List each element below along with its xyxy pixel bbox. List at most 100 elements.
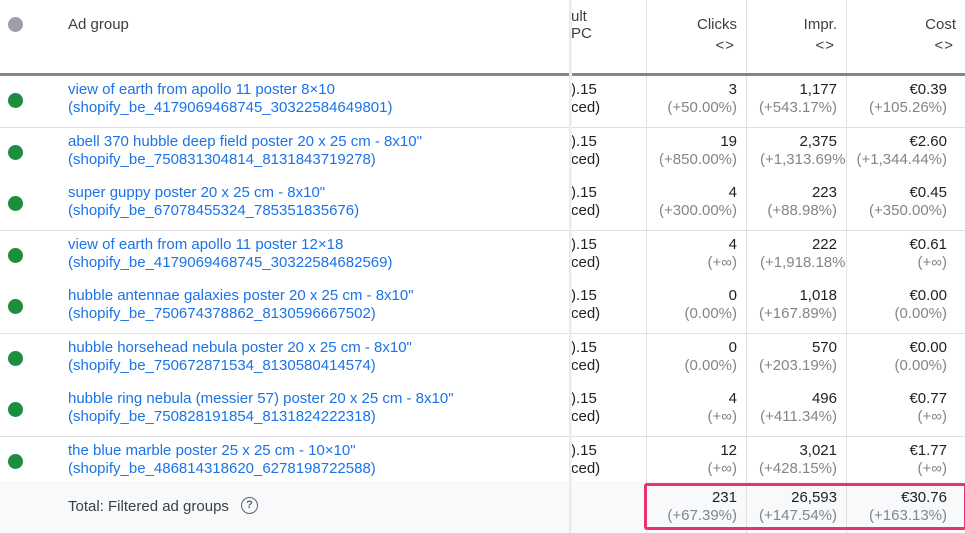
clicks-change: (+∞) (707, 408, 737, 425)
max-cpc-cell[interactable]: ).15 ced) (571, 184, 641, 220)
status-enabled-icon[interactable] (8, 299, 23, 314)
cost-cell: €0.61 (+∞) (846, 230, 965, 282)
status-enabled-icon[interactable] (8, 196, 23, 211)
impressions-value: 3,021 (799, 441, 837, 459)
impressions-value: 1,177 (799, 81, 837, 98)
total-impressions-change: (+147.54%) (759, 507, 837, 524)
bid-strategy-type: ced) (571, 408, 601, 425)
impressions-value: 1,018 (799, 287, 837, 304)
table-header: Ad group ult PC Clicks <> Impr. <> Cost … (0, 0, 965, 76)
max-cpc-cell[interactable]: ).15 ced) (571, 81, 641, 117)
table-row: super guppy poster 20 x 25 cm - 8x10" (s… (0, 179, 965, 231)
clicks-value: 3 (728, 81, 737, 98)
max-cpc-cell[interactable]: ).15 ced) (571, 339, 641, 375)
impressions-change: (+428.15%) (759, 459, 837, 477)
ad-group-link[interactable]: hubble antennae galaxies poster 20 x 25 … (68, 287, 414, 323)
ad-group-link[interactable]: hubble horsehead nebula poster 20 x 25 c… (68, 339, 412, 375)
frozen-column-divider (569, 0, 572, 533)
ad-group-link[interactable]: abell 370 hubble deep field poster 20 x … (68, 133, 422, 169)
clicks-header-label: Clicks (697, 16, 737, 33)
clicks-cell: 3 (+50.00%) (646, 76, 747, 127)
status-enabled-icon[interactable] (8, 247, 23, 263)
ad-group-name[interactable]: view of earth from apollo 11 poster 8×10 (68, 81, 392, 99)
table-row: view of earth from apollo 11 poster 12×1… (0, 230, 965, 283)
impressions-cell: 3,021 (+428.15%) (746, 436, 847, 488)
ad-group-link[interactable]: view of earth from apollo 11 poster 12×1… (68, 236, 392, 272)
ad-group-id[interactable]: (shopify_be_750828191854_8131824222318) (68, 408, 454, 426)
ad-group-id[interactable]: (shopify_be_750674378862_8130596667502) (68, 305, 414, 323)
max-cpc-value: ).15 (571, 287, 597, 304)
clicks-change: (+300.00%) (659, 202, 737, 219)
status-column-header-icon[interactable] (8, 17, 23, 32)
impressions-value: 222 (811, 235, 837, 253)
expand-column-icon[interactable]: <> (715, 37, 735, 54)
cost-value: €0.00 (909, 338, 947, 356)
impressions-value: 223 (811, 184, 837, 201)
ad-group-id[interactable]: (shopify_be_4179069468745_30322584649801… (68, 99, 392, 117)
ad-group-name[interactable]: hubble horsehead nebula poster 20 x 25 c… (68, 339, 412, 357)
ad-group-link[interactable]: view of earth from apollo 11 poster 8×10… (68, 81, 392, 117)
table-row: hubble ring nebula (messier 57) poster 2… (0, 385, 965, 437)
expand-column-icon[interactable]: <> (815, 37, 835, 54)
max-cpc-cell[interactable]: ).15 ced) (571, 236, 641, 272)
max-cpc-cell[interactable]: ).15 ced) (571, 390, 641, 426)
max-cpc-value: ).15 (571, 81, 597, 98)
cost-cell: €0.45 (+350.00%) (846, 179, 965, 230)
cost-column-header[interactable]: Cost <> (846, 0, 965, 73)
cost-cell: €1.77 (+∞) (846, 436, 965, 488)
ad-group-id[interactable]: (shopify_be_486814318620_6278198722588) (68, 460, 376, 478)
clicks-value: 4 (728, 235, 737, 253)
ad-group-id[interactable]: (shopify_be_750831304814_8131843719278) (68, 151, 422, 169)
clicks-cell: 4 (+300.00%) (646, 179, 747, 230)
impressions-change: (+411.34%) (760, 408, 837, 425)
expand-column-icon[interactable]: <> (934, 37, 954, 54)
cost-header-label: Cost (925, 16, 956, 33)
bid-strategy-type: ced) (571, 356, 601, 374)
total-impressions: 26,593 (791, 489, 837, 506)
ad-group-name[interactable]: the blue marble poster 25 x 25 cm - 10×1… (68, 442, 376, 460)
status-enabled-icon[interactable] (8, 350, 23, 366)
clicks-value: 4 (728, 390, 737, 407)
max-cpc-cell[interactable]: ).15 ced) (571, 442, 641, 478)
status-enabled-icon[interactable] (8, 402, 23, 417)
cost-cell: €0.00 (0.00%) (846, 333, 965, 385)
ad-group-name[interactable]: abell 370 hubble deep field poster 20 x … (68, 133, 422, 151)
impressions-cell: 222 (+1,918.18% (746, 230, 847, 282)
max-cpc-cell[interactable]: ).15 ced) (571, 287, 641, 323)
clicks-column-header[interactable]: Clicks <> (646, 0, 747, 73)
ad-group-link[interactable]: super guppy poster 20 x 25 cm - 8x10" (s… (68, 184, 359, 220)
max-cpc-cell[interactable]: ).15 ced) (571, 133, 641, 169)
ad-group-name[interactable]: view of earth from apollo 11 poster 12×1… (68, 236, 392, 254)
impressions-value: 2,375 (799, 132, 837, 150)
bid-strategy-type: ced) (571, 99, 601, 116)
ad-group-name[interactable]: hubble ring nebula (messier 57) poster 2… (68, 390, 454, 408)
status-enabled-icon[interactable] (8, 453, 23, 469)
max-cpc-value: ).15 (571, 132, 597, 150)
impressions-change: (+543.17%) (759, 99, 837, 116)
impressions-cell: 2,375 (+1,313.69% (746, 127, 847, 179)
ad-group-column-header[interactable]: Ad group (68, 16, 129, 33)
ad-group-id[interactable]: (shopify_be_750672871534_8130580414574) (68, 357, 412, 375)
status-enabled-icon[interactable] (8, 93, 23, 108)
ad-groups-table: Ad group ult PC Clicks <> Impr. <> Cost … (0, 0, 965, 533)
cost-value: €0.39 (909, 81, 947, 98)
bid-strategy-type: ced) (571, 305, 601, 322)
clicks-cell: 0 (0.00%) (646, 282, 747, 333)
ad-group-id[interactable]: (shopify_be_4179069468745_30322584682569… (68, 254, 392, 272)
status-enabled-icon[interactable] (8, 144, 23, 160)
ad-group-id[interactable]: (shopify_be_67078455324_785351835676) (68, 202, 359, 220)
impressions-column-header[interactable]: Impr. <> (746, 0, 847, 73)
ad-group-name[interactable]: hubble antennae galaxies poster 20 x 25 … (68, 287, 414, 305)
help-icon[interactable]: ? (241, 497, 258, 514)
clicks-change: (+∞) (707, 253, 737, 271)
max-cpc-value: ).15 (571, 441, 597, 459)
default-max-cpc-column-header[interactable]: ult PC (571, 8, 592, 42)
total-clicks-change: (+67.39%) (667, 507, 737, 524)
clicks-value: 19 (720, 132, 737, 150)
clicks-change: (+850.00%) (659, 150, 737, 168)
cost-change: (0.00%) (894, 305, 947, 322)
ad-group-name[interactable]: super guppy poster 20 x 25 cm - 8x10" (68, 184, 359, 202)
cost-change: (+∞) (917, 408, 947, 425)
ad-group-link[interactable]: hubble ring nebula (messier 57) poster 2… (68, 390, 454, 426)
ad-group-link[interactable]: the blue marble poster 25 x 25 cm - 10×1… (68, 442, 376, 478)
